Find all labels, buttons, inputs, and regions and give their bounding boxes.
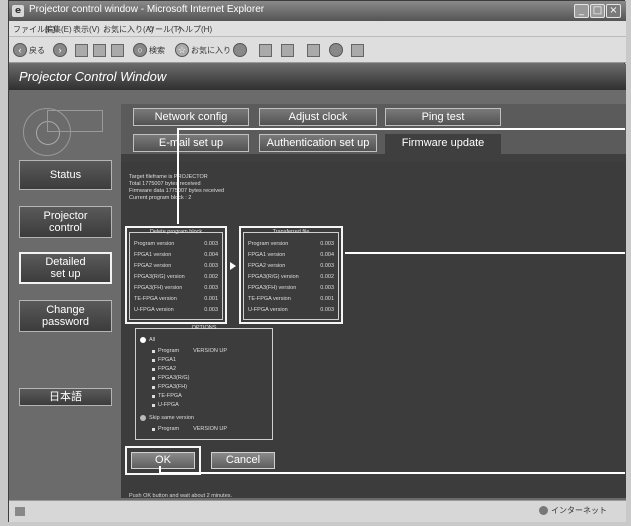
tab-authentication-setup[interactable]: Authentication set up (259, 134, 377, 152)
refresh-button[interactable] (93, 42, 108, 58)
version-row: Program version 0.003 (248, 241, 334, 247)
sidebar-status-button[interactable]: Status (19, 160, 112, 190)
edit-icon (307, 43, 320, 57)
logo-frame (47, 110, 103, 132)
maximize-icon[interactable]: □ (590, 4, 605, 18)
app-title: Projector Control Window (19, 69, 167, 84)
security-zone: インターネット (539, 505, 607, 516)
transferred-file-block: Transferred file Program version 0.003 FP… (243, 229, 339, 320)
sidebar-japanese-button[interactable]: 日本語 (19, 388, 112, 406)
window-title: Projector control window - Microsoft Int… (29, 4, 265, 15)
cancel-button[interactable]: Cancel (211, 452, 275, 469)
version-row: Program version 0.003 (134, 241, 218, 247)
refresh-icon (93, 43, 106, 57)
option-item: TE-FPGA (152, 393, 182, 399)
browser-window: e Projector control window - Microsoft I… (8, 0, 626, 522)
callout-line (345, 252, 625, 254)
radio-unselected-icon (140, 415, 146, 421)
callout-line (159, 472, 625, 474)
version-row: FPGA1 version 0.004 (248, 252, 334, 258)
ok-button[interactable]: OK (131, 452, 195, 469)
transfer-arrow-icon (230, 262, 236, 270)
sidebar-projector-control-button[interactable]: Projector control (19, 206, 112, 238)
forward-button[interactable]: › (53, 42, 69, 58)
print-icon (281, 43, 294, 57)
history-icon (233, 43, 247, 57)
option-all-radio[interactable]: All (140, 337, 155, 343)
options-box: OPTIONS All Program VERSION UP FPGA1 FPGA… (135, 325, 273, 440)
sidebar-detailed-setup-button[interactable]: Detailed set up (19, 252, 112, 284)
option-item: Program VERSION UP (152, 348, 227, 354)
research-button[interactable] (351, 42, 366, 58)
option-item: FPGA1 (152, 357, 176, 363)
app-header: Projector Control Window (9, 64, 626, 90)
tab-adjust-clock[interactable]: Adjust clock (259, 108, 377, 126)
option-item: FPGA2 (152, 366, 176, 372)
minimize-icon[interactable]: _ (574, 4, 589, 18)
menu-edit[interactable]: 編集(E) (45, 24, 72, 35)
mail-button[interactable] (259, 42, 274, 58)
app-body: Status Projector control Detailed set up… (9, 90, 626, 500)
sidebar-change-password-button[interactable]: Change password (19, 300, 112, 332)
callout-line (177, 128, 179, 224)
ie-logo-icon: e (12, 5, 24, 17)
stop-button[interactable] (75, 42, 90, 58)
tab-network-config[interactable]: Network config (133, 108, 249, 126)
menu-bar: ファイル(F) 編集(E) 表示(V) お気に入り(A) ツール(T) ヘルプ(… (9, 21, 626, 37)
tab-ping-test[interactable]: Ping test (385, 108, 501, 126)
star-icon: ☆ (175, 43, 189, 57)
firmware-update-panel: Target fileframe is PROJECTOR Total 1775… (121, 162, 626, 499)
close-icon[interactable]: × (606, 4, 621, 18)
edit-button[interactable] (307, 42, 322, 58)
mail-icon (259, 43, 272, 57)
options-title: OPTIONS (191, 325, 217, 331)
delete-program-block: Delete program block Program version 0.00… (129, 229, 223, 320)
version-row: TE-FPGA version 0.001 (248, 296, 334, 302)
messenger-icon (329, 43, 343, 57)
research-icon (351, 43, 364, 57)
back-arrow-icon: ‹ (13, 43, 27, 57)
menu-help[interactable]: ヘルプ(H) (177, 24, 212, 35)
browser-toolbar: ‹ 戻る › ○ 検索 ☆ お気に入り (9, 37, 626, 63)
radio-selected-icon (140, 337, 146, 343)
option-item: FPGA3(R/G) (152, 375, 189, 381)
title-bar: e Projector control window - Microsoft I… (9, 1, 626, 21)
version-row: FPGA3(FH) version 0.003 (248, 285, 334, 291)
tab-email-setup[interactable]: E-mail set up (133, 134, 249, 152)
search-icon: ○ (133, 43, 147, 57)
delete-block-title: Delete program block (149, 229, 203, 235)
option-item: U-FPGA (152, 402, 179, 408)
version-row: U-FPGA version 0.003 (248, 307, 334, 313)
status-bar: インターネット (9, 500, 626, 522)
history-button[interactable] (233, 42, 249, 58)
stop-icon (75, 43, 88, 57)
menu-view[interactable]: 表示(V) (73, 24, 100, 35)
forward-arrow-icon: › (53, 43, 67, 57)
version-row: FPGA2 version 0.003 (248, 263, 334, 269)
version-row: FPGA1 version 0.004 (134, 252, 218, 258)
back-button[interactable]: ‹ 戻る (13, 42, 45, 58)
option-item: FPGA3(FH) (152, 384, 187, 390)
favorites-button[interactable]: ☆ お気に入り (175, 42, 231, 58)
globe-icon (539, 506, 548, 515)
version-row: U-FPGA version 0.003 (134, 307, 218, 313)
version-row: FPGA2 version 0.003 (134, 263, 218, 269)
version-row: FPGA3(R/G) version 0.002 (248, 274, 334, 280)
version-row: FPGA3(R/G) version 0.002 (134, 274, 218, 280)
version-row: TE-FPGA version 0.001 (134, 296, 218, 302)
content-area: Network config Adjust clock Ping test E-… (121, 104, 626, 499)
home-button[interactable] (111, 42, 126, 58)
tab-divider (121, 154, 626, 162)
version-row: FPGA3(FH) version 0.003 (134, 285, 218, 291)
print-button[interactable] (281, 42, 296, 58)
messenger-button[interactable] (329, 42, 345, 58)
home-icon (111, 43, 124, 57)
page-status-icon (15, 507, 25, 516)
callout-line (177, 128, 625, 130)
search-button[interactable]: ○ 検索 (133, 42, 165, 58)
transferred-file-title: Transferred file (272, 229, 310, 235)
option-item: Program VERSION UP (152, 426, 227, 432)
option-skip-radio[interactable]: Skip same version (140, 415, 194, 421)
instruction-text: Push OK button and wait about 2 minutes. (129, 493, 233, 499)
